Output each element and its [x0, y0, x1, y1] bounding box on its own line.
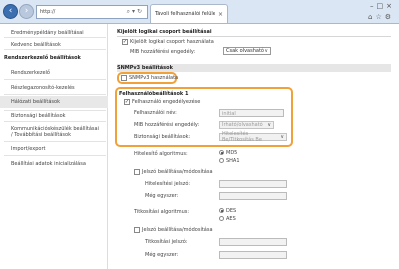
divider — [4, 37, 106, 38]
set-auth-password-checkbox[interactable] — [134, 169, 140, 175]
divider — [4, 94, 106, 95]
divider — [117, 36, 391, 37]
mib-access-value: Csak olvasható — [226, 48, 264, 54]
set-enc-password-checkbox[interactable] — [134, 227, 140, 233]
address-url: http:// — [40, 9, 56, 15]
user-name-input[interactable]: initial — [219, 109, 284, 117]
sidebar-item-communication[interactable]: Kommunikációskészülék beállításai / Tová… — [0, 126, 100, 138]
set-auth-password-label: Jelszó beállítása/módosítása — [142, 169, 213, 175]
close-tab-icon[interactable]: × — [218, 11, 223, 18]
use-dedicated-label: Kijelölt logikai csoport használata — [130, 39, 214, 45]
auth-alg-label: Hitelesítő algoritmus: — [134, 151, 188, 157]
divider — [4, 121, 106, 122]
auth-confirm-label: Még egyszer: — [145, 193, 179, 199]
security-select[interactable]: Hitelesítés Be/Titkosítás Be ∨ — [219, 131, 287, 143]
mib-perm-select[interactable]: Írható/olvasható ∨ — [219, 121, 274, 129]
sidebar-item-favorites[interactable]: Kedvenc beállítások — [0, 42, 108, 48]
divider — [4, 49, 106, 50]
browser-toolbar: ‹ › http:// ⌕▾↻ Távoli felhasználói felü… — [0, 0, 399, 24]
divider — [4, 155, 106, 156]
auth-password-label: Hitelesítési jelszó: — [145, 181, 191, 187]
tab-title: Távoli felhasználói felület ... — [155, 11, 215, 17]
toolbar-icons[interactable]: ⌂☆⚙ — [368, 13, 394, 21]
sidebar-section-header: Rendszerkezelő beállítások — [4, 55, 81, 61]
auth-password-input[interactable] — [219, 180, 287, 188]
enc-confirm-label: Még egyszer: — [145, 252, 179, 258]
chevron-down-icon: ∨ — [267, 122, 271, 128]
enc-aes-radio[interactable] — [219, 216, 224, 221]
chevron-down-icon: ∨ — [280, 134, 284, 140]
auth-confirm-input[interactable] — [219, 192, 287, 200]
enc-alg-label: Titkosítási algoritmus: — [134, 209, 190, 215]
use-dedicated-checkbox[interactable]: ✓ — [122, 39, 128, 45]
sidebar-item-security[interactable]: Biztonsági beállítások — [0, 113, 108, 119]
sidebar-item-network[interactable]: Hálózati beállítások — [0, 96, 108, 108]
divider — [4, 141, 106, 142]
browser-tab[interactable]: Távoli felhasználói felület ... × — [150, 4, 228, 23]
sidebar-item-import-export[interactable]: Import/export — [0, 146, 108, 152]
main-content: Kijelölt logikai csoport beállításai ✓ K… — [108, 24, 399, 269]
chevron-down-icon: ∨ — [264, 48, 268, 54]
enc-confirm-input[interactable] — [219, 251, 287, 259]
enable-user-checkbox[interactable]: ✓ — [124, 99, 130, 105]
mib-access-select[interactable]: Csak olvasható ∨ — [223, 47, 271, 55]
auth-sha1-label: SHA1 — [226, 158, 240, 164]
dedicated-group-title: Kijelölt logikai csoport beállításai — [117, 29, 212, 35]
set-enc-password-label: Jelszó beállítása/módosítása — [142, 227, 213, 233]
enc-password-input[interactable] — [219, 238, 287, 246]
mib-access-label: MIB hozzáférési engedély: — [130, 49, 196, 55]
sidebar-item-department-id[interactable]: Részlegazonosító-kezelés — [0, 85, 108, 91]
snmpv3-header: SNMPv3 beállítások — [117, 65, 173, 71]
back-arrow-icon[interactable]: ‹ — [3, 4, 18, 19]
enc-des-radio[interactable] — [219, 208, 224, 213]
sidebar-item-system-manager[interactable]: Rendszerkezelő — [0, 70, 108, 76]
sidebar-item-output[interactable]: Eredménypéldány beállításai — [0, 30, 108, 36]
security-value: Hitelesítés Be/Titkosítás Be — [222, 131, 262, 143]
window-controls[interactable]: –□× — [370, 2, 395, 10]
user-settings-header: Felhasználóbeállítások 1 — [119, 91, 189, 97]
use-snmpv3-label: SNMPv3 használata — [129, 75, 179, 81]
address-controls[interactable]: ⌕▾↻ — [127, 8, 147, 16]
address-bar[interactable]: http:// ⌕▾↻ — [36, 5, 148, 19]
forward-arrow-icon[interactable]: › — [19, 4, 34, 19]
divider — [4, 110, 106, 111]
divider — [4, 79, 106, 80]
sidebar-item-initialize[interactable]: Beállítási adatok inicializálása — [0, 161, 108, 167]
sidebar: Eredménypéldány beállításai Kedvenc beál… — [0, 24, 108, 269]
user-name-label: Felhasználói név: — [134, 110, 177, 116]
mib-perm-value: Írható/olvasható — [222, 122, 263, 128]
use-snmpv3-checkbox[interactable] — [121, 75, 127, 81]
auth-md5-radio[interactable] — [219, 150, 224, 155]
mib-perm-label: MIB hozzáférési engedély: — [134, 122, 200, 128]
auth-md5-label: MD5 — [226, 150, 238, 156]
enc-aes-label: AES — [226, 216, 236, 222]
enc-password-label: Titkosítási jelszó: — [145, 239, 188, 245]
auth-sha1-radio[interactable] — [219, 158, 224, 163]
enable-user-label: Felhasználó engedélyezése — [132, 99, 201, 105]
enc-des-label: DES — [226, 208, 237, 214]
security-label: Biztonsági beállítások: — [134, 134, 191, 140]
